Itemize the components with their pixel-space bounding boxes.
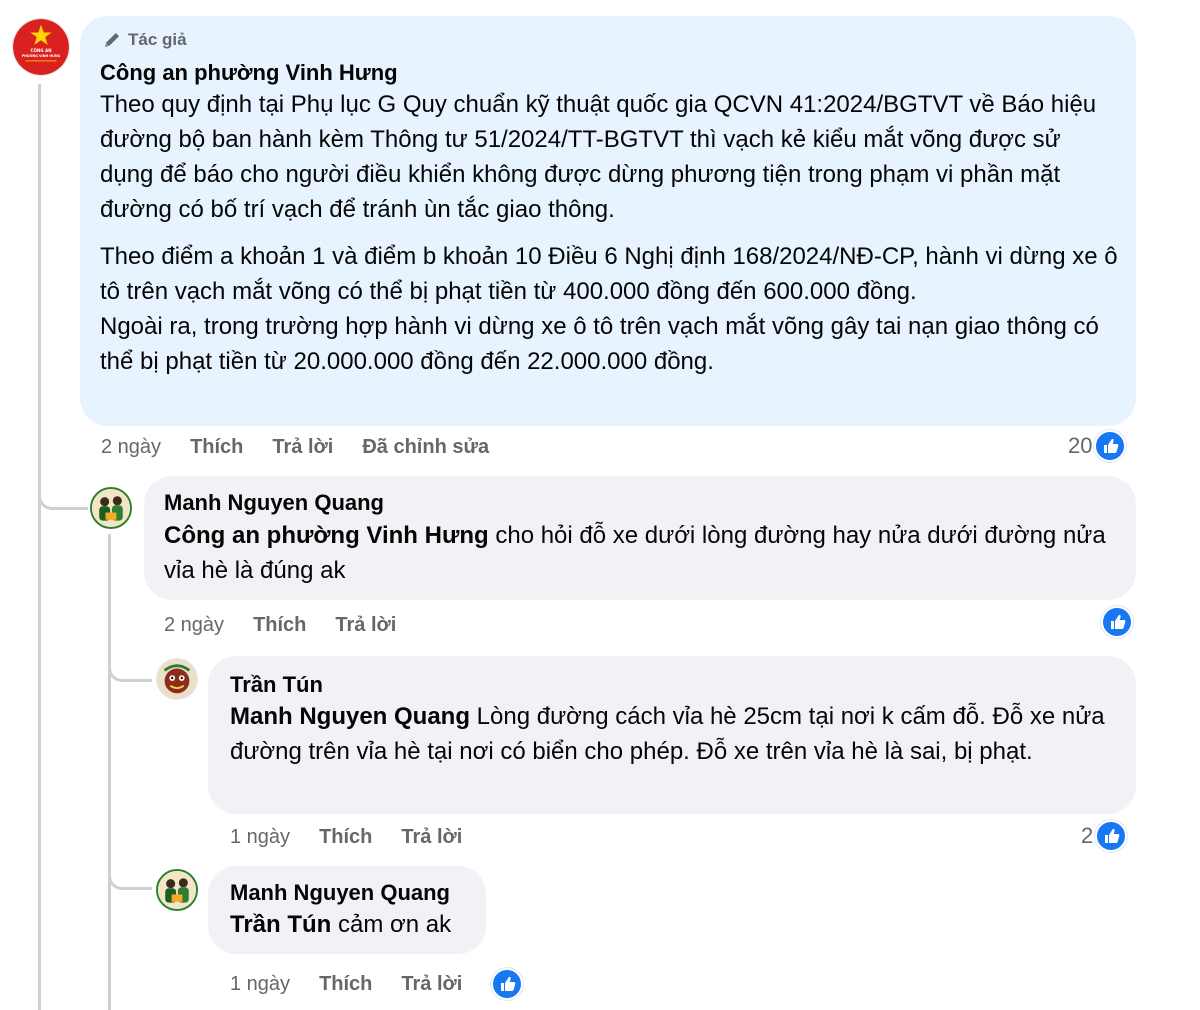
comment-author[interactable]: Manh Nguyen Quang — [164, 490, 384, 516]
reply-button[interactable]: Trả lời — [401, 826, 462, 849]
reply-bubble-3: Manh Nguyen Quang Trần Tún cảm ơn ak — [208, 866, 486, 954]
comment-time[interactable]: 1 ngày — [230, 973, 290, 996]
comment-time[interactable]: 2 ngày — [164, 614, 224, 637]
comment-bubble-main: Tác giả Công an phường Vinh Hưng Theo qu… — [80, 16, 1136, 426]
profile-photo-icon — [157, 659, 197, 699]
comment-actions: 2 ngày Thích Trả lời — [164, 614, 425, 637]
comment-author[interactable]: Công an phường Vinh Hưng — [100, 60, 398, 86]
like-button[interactable]: Thích — [190, 436, 243, 459]
thread-connector-2 — [108, 652, 152, 682]
like-button[interactable]: Thích — [319, 826, 372, 849]
comment-actions: 1 ngày Thích Trả lời — [230, 826, 491, 849]
mention-link[interactable]: Manh Nguyen Quang — [230, 703, 470, 730]
reply-button[interactable]: Trả lời — [401, 973, 462, 996]
thread-line-reply — [108, 534, 111, 1010]
comment-time[interactable]: 2 ngày — [101, 436, 161, 459]
avatar-tran-tun[interactable] — [156, 658, 198, 700]
comment-actions: 2 ngày Thích Trả lời Đã chỉnh sửa — [101, 436, 518, 459]
reaction-summary[interactable]: 2 — [1081, 820, 1128, 852]
like-button[interactable]: Thích — [319, 973, 372, 996]
comment-text: Theo quy định tại Phụ lục G Quy chuẩn kỹ… — [100, 87, 1120, 379]
reaction-count: 2 — [1081, 823, 1094, 848]
comment-text: Trần Tún cảm ơn ak — [230, 907, 451, 942]
comment-actions: 1 ngày Thích Trả lời — [230, 968, 524, 1000]
like-icon — [1095, 820, 1128, 852]
avatar-manh-nguyen-quang[interactable] — [156, 869, 198, 911]
thread-line-main — [38, 84, 41, 1010]
thread-connector-1 — [38, 470, 88, 510]
mention-link[interactable]: Trần Tún — [230, 911, 331, 938]
reply-button[interactable]: Trả lời — [272, 436, 333, 459]
thread-connector-3 — [108, 860, 152, 890]
comment-text: Công an phường Vinh Hưng cho hỏi đỗ xe d… — [164, 518, 1124, 588]
comment-text: Manh Nguyen Quang Lòng đường cách vỉa hè… — [230, 699, 1120, 769]
like-icon[interactable] — [491, 968, 524, 1000]
author-badge: Tác giả — [102, 30, 187, 50]
comment-paragraph-3: Ngoài ra, trong trường hợp hành vi dừng … — [100, 313, 1099, 375]
svg-text:PHƯỜNG VINH HƯNG: PHƯỜNG VINH HƯNG — [22, 53, 61, 58]
edited-label[interactable]: Đã chỉnh sửa — [362, 436, 489, 459]
reply-button[interactable]: Trả lời — [335, 614, 396, 637]
pen-icon — [105, 33, 119, 47]
reply-bubble-1: Manh Nguyen Quang Công an phường Vinh Hư… — [144, 476, 1136, 600]
avatar-manh-nguyen-quang[interactable] — [90, 487, 132, 529]
comment-author[interactable]: Manh Nguyen Quang — [230, 880, 450, 906]
like-icon — [1094, 430, 1127, 462]
mention-link[interactable]: Công an phường Vinh Hưng — [164, 522, 489, 549]
reaction-summary[interactable] — [1101, 606, 1133, 638]
comment-author[interactable]: Trần Tún — [230, 672, 323, 698]
like-icon — [1101, 606, 1133, 638]
police-logo-icon: CÔNG AN PHƯỜNG VINH HƯNG — [13, 19, 69, 75]
svg-text:CÔNG AN: CÔNG AN — [30, 48, 52, 53]
avatar-cong-an[interactable]: CÔNG AN PHƯỜNG VINH HƯNG — [12, 18, 70, 76]
reply-bubble-2: Trần Tún Manh Nguyen Quang Lòng đường cá… — [208, 656, 1136, 814]
profile-photo-icon — [92, 489, 130, 527]
reaction-count: 20 — [1068, 433, 1093, 458]
comment-body: cảm ơn ak — [331, 911, 452, 938]
like-button[interactable]: Thích — [253, 614, 306, 637]
comment-time[interactable]: 1 ngày — [230, 826, 290, 849]
profile-photo-icon — [158, 871, 196, 909]
comment-paragraph-1: Theo quy định tại Phụ lục G Quy chuẩn kỹ… — [100, 91, 1097, 223]
author-badge-label: Tác giả — [128, 30, 187, 49]
comment-paragraph-2: Theo điểm a khoản 1 và điểm b khoản 10 Đ… — [100, 243, 1118, 305]
reaction-summary[interactable]: 20 — [1068, 430, 1127, 462]
